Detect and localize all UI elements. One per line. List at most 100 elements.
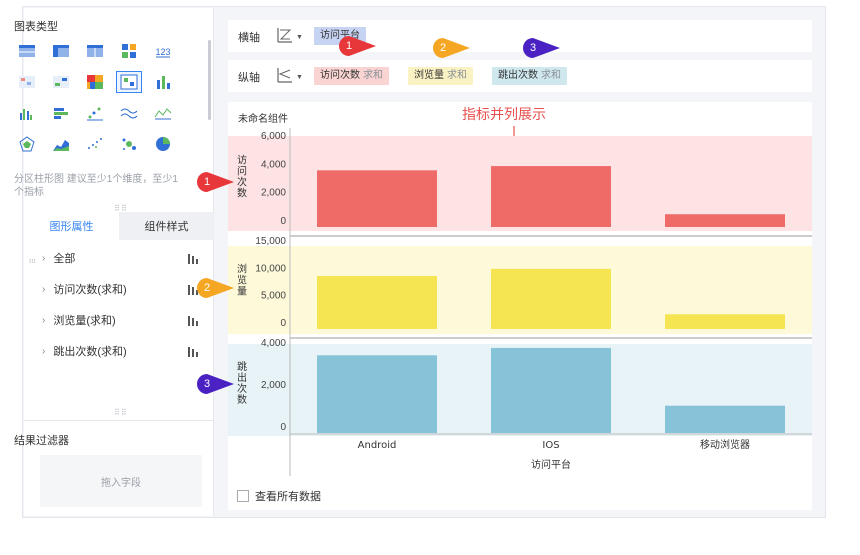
panel-label-char: 量 — [237, 286, 247, 298]
filter-title: 结果过滤器 — [14, 435, 69, 447]
panel-label-char: 次 — [237, 382, 247, 395]
panel-label-char: 跳 — [237, 360, 247, 373]
bubble-icon[interactable] — [116, 133, 142, 155]
callout-badge-1: 1 — [196, 171, 234, 193]
checkbox-box[interactable] — [237, 490, 249, 502]
x-tick-label: 移动浏览器 — [700, 438, 750, 451]
dot-scatter-icon[interactable] — [82, 133, 108, 155]
y-tick-label: 2,000 — [261, 188, 286, 199]
panel-label-char: 问 — [237, 165, 247, 178]
badge-number: 1 — [203, 176, 211, 188]
cross-table-icon[interactable] — [48, 71, 74, 93]
y-tick-label: 0 — [280, 422, 286, 433]
bar — [665, 314, 785, 329]
y-tick-label: 0 — [280, 318, 286, 329]
tab-component-style[interactable]: 组件样式 — [119, 212, 214, 240]
chevron-right-icon: › — [42, 345, 46, 357]
bar — [665, 405, 785, 433]
detail-table-icon[interactable] — [82, 40, 108, 62]
scatter-grid-icon[interactable] — [116, 71, 142, 93]
badge-number: 3 — [529, 42, 537, 54]
property-row-pageviews[interactable]: › 浏览量(求和) — [42, 309, 210, 331]
badge-number: 2 — [439, 42, 447, 54]
panel-label-char: 浏 — [237, 263, 247, 276]
number-kpi-icon[interactable]: 123 — [150, 40, 176, 62]
view-all-data-checkbox[interactable]: 查看所有数据 — [237, 488, 321, 504]
panel-label-char: 数 — [237, 393, 247, 406]
field-name: 跳出次数 — [498, 70, 538, 81]
bar — [491, 268, 611, 329]
wave-line-icon[interactable] — [116, 102, 142, 124]
y-tick-label: 4,000 — [261, 338, 286, 349]
x-axis-title: 访问平台 — [531, 458, 571, 471]
tab-graph-properties[interactable]: 图形属性 — [24, 212, 119, 240]
property-row-visits[interactable]: › 访问次数(求和) — [42, 278, 210, 300]
field-agg: 求和 — [541, 70, 561, 81]
table-icon[interactable] — [14, 40, 40, 62]
x-axis-label: 横轴 — [238, 32, 260, 44]
bar — [317, 355, 437, 433]
field-name: 浏览量 — [414, 70, 444, 81]
widget-title: 未命名组件 — [238, 114, 288, 125]
y-axis-label: 纵轴 — [238, 72, 260, 84]
partitioned-bar-chart: 6,0004,0002,0000访问次数15,00010,0005,0000浏览… — [228, 128, 812, 476]
bar-shape-icon[interactable] — [188, 252, 200, 264]
y-tick-label: 6,000 — [261, 131, 286, 142]
area-chart-icon[interactable] — [48, 133, 74, 155]
bar-shape-icon[interactable] — [188, 314, 200, 326]
bar — [491, 347, 611, 433]
property-label: 浏览量(求和) — [53, 315, 116, 327]
view-all-label: 查看所有数据 — [255, 491, 321, 503]
property-label: 访问次数(求和) — [53, 284, 127, 296]
panel-label-char: 次 — [237, 176, 247, 189]
property-label: 跳出次数(求和) — [53, 346, 127, 358]
panel-label-char: 览 — [237, 274, 247, 287]
pie-chart-icon[interactable] — [150, 133, 176, 155]
vertical-axis-icon[interactable] — [276, 66, 294, 84]
callout-badge-3: 3 — [522, 37, 560, 59]
x-tick-label: Android — [358, 440, 397, 451]
y-axis-bar: 纵轴 ▼ 访问次数 求和 浏览量 求和 跳出次数 求和 — [228, 60, 812, 92]
line-chart-icon[interactable] — [150, 102, 176, 124]
property-row-all[interactable]: › 全部 — [42, 247, 210, 269]
divider — [24, 420, 214, 421]
radar-icon[interactable] — [14, 133, 40, 155]
panel-resize-handle[interactable]: ⠿⠿ — [114, 408, 128, 417]
bar — [317, 170, 437, 227]
chevron-right-icon: › — [42, 314, 46, 326]
property-tabs: 图形属性 组件样式 — [24, 212, 214, 240]
colored-table-icon[interactable] — [14, 71, 40, 93]
stacked-bar-icon[interactable] — [48, 102, 74, 124]
column-chart-icon[interactable] — [14, 102, 40, 124]
heatmap-icon[interactable] — [82, 71, 108, 93]
bar — [317, 275, 437, 329]
callout-badge-2: 2 — [432, 37, 470, 59]
callout-badge-3: 3 — [196, 373, 234, 395]
y-axis-field-pill-visits[interactable]: 访问次数 求和 — [314, 67, 389, 85]
chevron-right-icon: › — [42, 252, 46, 264]
badge-number: 2 — [203, 282, 211, 294]
y-axis-field-pill-pageviews[interactable]: 浏览量 求和 — [408, 67, 473, 85]
callout-badge-1: 1 — [338, 35, 376, 57]
filter-drop-zone[interactable]: 拖入字段 — [40, 455, 202, 507]
bar-shape-icon[interactable] — [188, 345, 200, 357]
caret-down-icon[interactable]: ▼ — [296, 34, 303, 41]
field-agg: 求和 — [447, 70, 467, 81]
pivot-table-icon[interactable] — [48, 40, 74, 62]
y-axis-field-pill-bounces[interactable]: 跳出次数 求和 — [492, 67, 567, 85]
bar-chart-icon[interactable] — [150, 71, 176, 93]
tile-grid-icon[interactable] — [116, 40, 142, 62]
chevron-right-icon: › — [42, 283, 46, 295]
field-agg: 求和 — [363, 70, 383, 81]
annotation-text: 指标并列展示 — [462, 106, 546, 122]
scatter-icon[interactable] — [82, 102, 108, 124]
caret-down-icon[interactable]: ▼ — [296, 74, 303, 81]
panel-label-char: 出 — [237, 371, 247, 384]
property-row-bounces[interactable]: › 跳出次数(求和) — [42, 340, 210, 362]
horizontal-axis-icon[interactable] — [276, 26, 294, 44]
side-drag-handle[interactable]: ⠿ — [27, 258, 36, 265]
chart-type-scrollbar[interactable] — [208, 40, 211, 120]
property-label: 全部 — [53, 253, 76, 265]
bar — [665, 214, 785, 227]
chart-type-hint: 分区柱形图 建议至少1个维度，至少1个指标 — [14, 174, 178, 198]
